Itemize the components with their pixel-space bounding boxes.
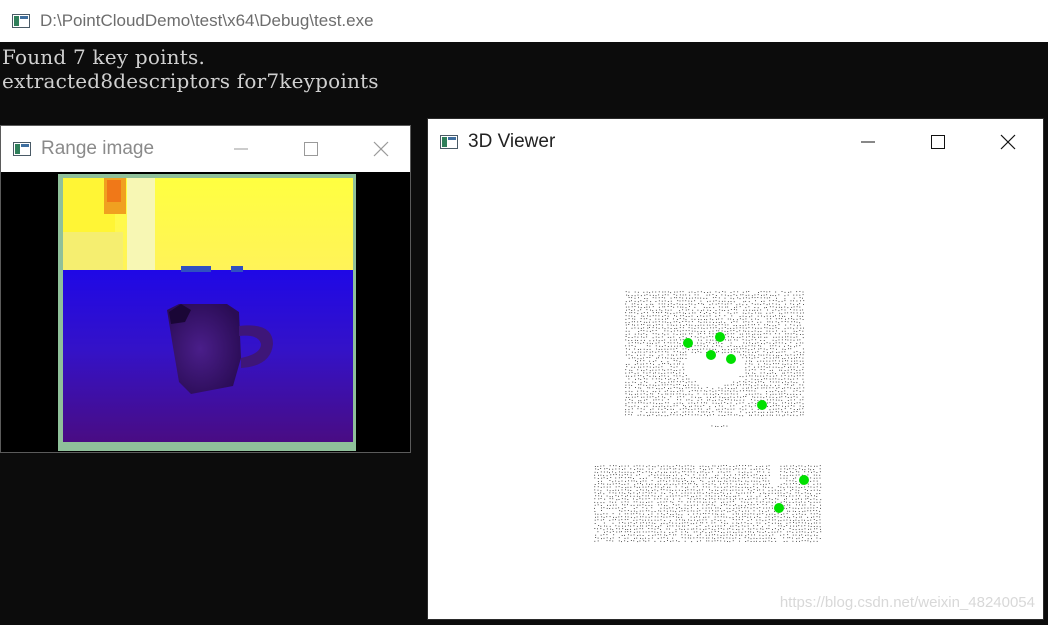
range-image — [58, 174, 356, 451]
point-cloud-viewport[interactable] — [428, 165, 1043, 619]
maximize-button[interactable] — [903, 119, 973, 165]
maximize-button[interactable] — [276, 126, 346, 172]
keypoint-marker — [799, 475, 809, 485]
keypoint-marker — [757, 400, 767, 410]
keypoint-marker — [726, 354, 736, 364]
console-titlebar: D:\PointCloudDemo\test\x64\Debug\test.ex… — [0, 0, 1048, 42]
viewer-window-icon — [440, 135, 458, 149]
range-image-canvas — [1, 172, 410, 452]
keypoint-marker — [706, 350, 716, 360]
range-window-icon — [13, 142, 31, 156]
keypoint-marker — [715, 332, 725, 342]
keypoint-marker — [774, 503, 784, 513]
range-image-window[interactable]: Range image — [0, 125, 411, 453]
maximize-icon — [304, 142, 318, 156]
console-app-icon — [12, 14, 30, 28]
console-line: Found 7 key points. — [2, 45, 206, 69]
3d-viewer-titlebar[interactable]: 3D Viewer — [428, 119, 1043, 165]
minimize-icon — [234, 148, 248, 150]
close-button[interactable] — [346, 126, 416, 172]
maximize-icon — [931, 135, 945, 149]
console-title: D:\PointCloudDemo\test\x64\Debug\test.ex… — [40, 11, 374, 30]
close-icon — [373, 141, 389, 157]
point-cloud — [594, 291, 822, 543]
close-button[interactable] — [973, 119, 1043, 165]
keypoint-marker — [683, 338, 693, 348]
minimize-icon — [861, 141, 875, 143]
range-image-titlebar[interactable]: Range image — [1, 126, 410, 172]
watermark: https://blog.csdn.net/weixin_48240054 — [779, 594, 1035, 611]
3d-viewer-window[interactable]: 3D Viewer https://blog.csdn.net/weixin_4… — [427, 118, 1044, 620]
minimize-button[interactable] — [833, 119, 903, 165]
console-line: extracted8descriptors for7keypoints — [2, 69, 379, 93]
minimize-button[interactable] — [206, 126, 276, 172]
viewer-window-title: 3D Viewer — [468, 131, 556, 152]
close-icon — [1000, 134, 1016, 150]
range-window-title: Range image — [41, 138, 155, 159]
